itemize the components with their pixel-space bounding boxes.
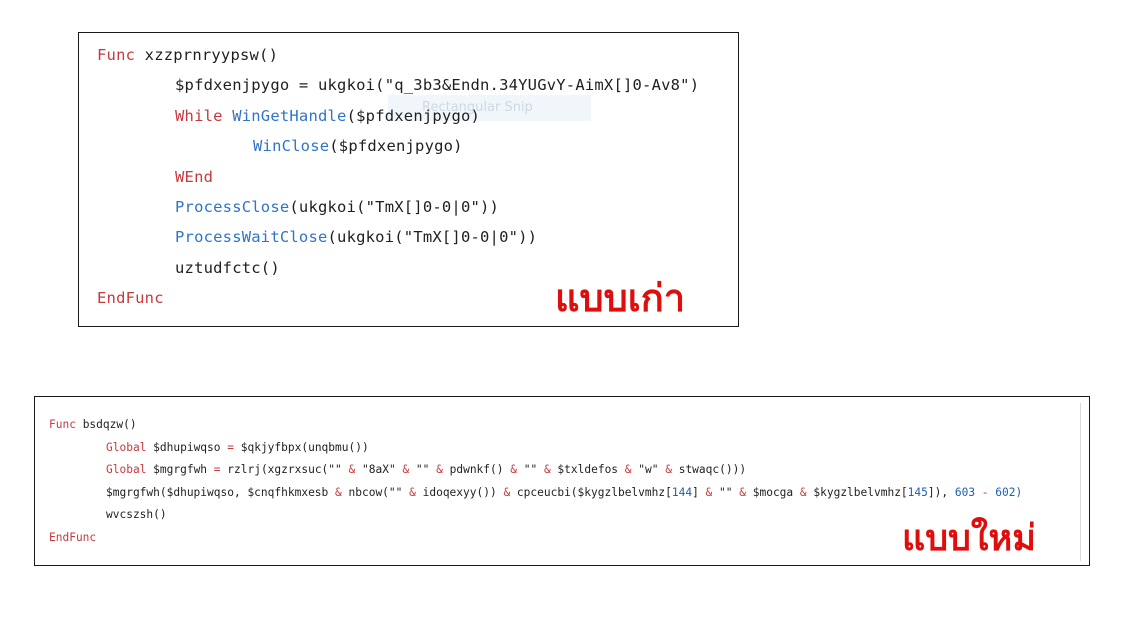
code-token: &: [705, 485, 720, 499]
code-token: xzzprnryypsw(): [144, 46, 279, 64]
code-line: EndFunc: [49, 531, 96, 544]
code-token: &: [665, 463, 679, 477]
code-line: Func bsdqzw(): [49, 418, 137, 431]
code-token: 144: [671, 485, 693, 499]
code-token: &: [503, 485, 517, 499]
code-line: WinClose($pfdxenjpygo): [253, 137, 463, 155]
code-token: "8aX": [362, 463, 403, 477]
code-token: $txldefos: [557, 463, 625, 477]
code-token: wvcszsh(): [106, 508, 167, 522]
code-line: While WinGetHandle($pfdxenjpygo): [175, 107, 480, 125]
code-token: stwaqc())): [678, 463, 747, 477]
code-token: ($pfdxenjpygo): [329, 137, 463, 156]
code-token: Func: [97, 46, 145, 64]
code-token: $mgrgfwh($dhupiwqso, $cnqfhkmxesb: [106, 485, 336, 499]
code-token: "": [719, 485, 740, 499]
code-token: $pfdxenjpygo = ukgkoi("q_3b3&Endn.34YUGv…: [175, 76, 700, 95]
code-token: pdwnkf(): [449, 463, 511, 477]
code-token: 602): [995, 485, 1023, 499]
code-token: $dhupiwqso: [153, 440, 228, 454]
code-token: "w": [638, 463, 666, 477]
code-token: &: [335, 485, 349, 499]
code-token: "": [523, 463, 544, 477]
code-token: "": [415, 463, 437, 477]
code-token: 145: [907, 485, 928, 499]
code-token: &: [624, 463, 639, 477]
old-version-label: แบบเก่า: [555, 276, 686, 320]
code-token: =: [227, 440, 241, 454]
code-token: &: [348, 463, 362, 477]
code-line: Global $mgrgfwh = rzlrj(xgzrxsuc("" & "8…: [106, 463, 746, 476]
code-token: nbcow("": [348, 485, 410, 499]
panel-scroll-edge: [1080, 403, 1081, 561]
code-token: 603: [954, 485, 982, 499]
code-token: idoqexyy()): [422, 485, 504, 499]
code-token: While: [175, 106, 233, 125]
code-token: EndFunc: [97, 289, 164, 308]
code-token: &: [402, 463, 416, 477]
code-line: WEnd: [175, 168, 213, 186]
code-token: ProcessClose: [175, 198, 290, 216]
code-token: $qkjyfbpx(unqbmu()): [240, 440, 369, 454]
code-token: WEnd: [175, 167, 214, 186]
new-code-panel: Func bsdqzw() Global $dhupiwqso = $qkjyfb…: [34, 396, 1090, 566]
code-token: rzlrj(xgzrxsuc("": [227, 463, 349, 477]
code-line: wvcszsh(): [106, 508, 167, 521]
code-line: Func xzzprnryypsw(): [97, 46, 278, 64]
code-token: uztudfctc(): [175, 258, 280, 277]
code-token: WinClose: [253, 137, 330, 156]
code-token: ($pfdxenjpygo): [346, 106, 481, 125]
code-token: &: [739, 485, 753, 499]
new-version-label: แบบใหม่: [902, 518, 1036, 559]
code-line: $mgrgfwh($dhupiwqso, $cnqfhkmxesb & nbco…: [106, 486, 1022, 499]
code-line: ProcessWaitClose(ukgkoi("TmX[]0-0|0")): [175, 228, 537, 246]
code-token: &: [510, 463, 524, 477]
code-token: bsdqzw(): [82, 418, 137, 431]
code-line: Global $dhupiwqso = $qkjyfbpx(unqbmu()): [106, 441, 369, 454]
code-token: $kygzlbelvmhz[: [813, 485, 908, 499]
code-token: &: [799, 485, 814, 499]
code-token: (ukgkoi("TmX[]0-0|0")): [289, 198, 500, 216]
code-token: Global: [106, 463, 154, 477]
code-token: ProcessWaitClose: [175, 228, 328, 247]
code-token: =: [213, 463, 228, 477]
code-token: WinGetHandle: [232, 106, 347, 125]
code-token: Global: [106, 440, 154, 454]
code-line: $pfdxenjpygo = ukgkoi("q_3b3&Endn.34YUGv…: [175, 76, 699, 94]
code-token: (ukgkoi("TmX[]0-0|0")): [327, 228, 538, 247]
code-line: uztudfctc(): [175, 259, 280, 277]
old-code-panel: Rectangular Snip Func xzzprnryypsw() $pfd…: [78, 32, 739, 327]
code-token: &: [409, 485, 423, 499]
code-line: EndFunc: [97, 289, 164, 307]
code-token: $mocga: [752, 485, 800, 499]
code-token: &: [436, 463, 450, 477]
code-token: ]),: [927, 485, 955, 499]
code-token: EndFunc: [49, 531, 97, 544]
code-line: ProcessClose(ukgkoi("TmX[]0-0|0")): [175, 198, 499, 216]
code-token: Func: [49, 418, 83, 431]
code-token: -: [981, 485, 996, 499]
code-token: &: [543, 463, 558, 477]
code-token: cpceucbi($kygzlbelvmhz[: [516, 485, 672, 499]
code-token: ]: [692, 485, 706, 499]
code-token: $mgrgfwh: [153, 463, 214, 477]
